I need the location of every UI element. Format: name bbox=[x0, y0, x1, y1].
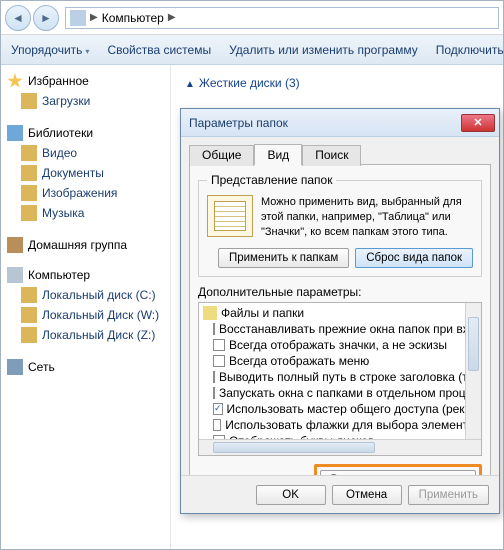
sidebar-libraries[interactable]: Библиотеки bbox=[7, 125, 164, 141]
toolbar: Упорядочить Свойства системы Удалить или… bbox=[1, 35, 503, 65]
sidebar-item-music[interactable]: Музыка bbox=[7, 203, 164, 223]
apply-to-folders-button[interactable]: Применить к папкам bbox=[218, 248, 349, 268]
checkbox[interactable] bbox=[213, 387, 215, 399]
sidebar-item-drive-c[interactable]: Локальный диск (C:) bbox=[7, 285, 164, 305]
chevron-right-icon: ▶ bbox=[168, 12, 176, 23]
sidebar: Избранное Загрузки Библиотеки Видео Доку… bbox=[1, 65, 171, 549]
hdd-icon bbox=[21, 307, 37, 323]
cancel-button[interactable]: Отмена bbox=[332, 485, 402, 505]
nav-buttons: ◄ ► bbox=[5, 5, 59, 31]
computer-icon bbox=[70, 10, 86, 26]
tree-item[interactable]: Всегда отображать меню bbox=[203, 353, 481, 369]
tab-view[interactable]: Вид bbox=[254, 144, 302, 165]
scrollbar-vertical[interactable] bbox=[465, 303, 481, 439]
tree-item[interactable]: ✓ Использовать мастер общего доступа (рек… bbox=[203, 401, 481, 417]
libraries-icon bbox=[7, 125, 23, 141]
sidebar-item-video[interactable]: Видео bbox=[7, 143, 164, 163]
sidebar-item-documents[interactable]: Документы bbox=[7, 163, 164, 183]
computer-icon bbox=[7, 267, 23, 283]
sidebar-homegroup[interactable]: Домашняя группа bbox=[7, 237, 164, 253]
toolbar-organize[interactable]: Упорядочить bbox=[11, 43, 89, 57]
sidebar-network[interactable]: Сеть bbox=[7, 359, 164, 375]
images-icon bbox=[21, 185, 37, 201]
ok-button[interactable]: OK bbox=[256, 485, 326, 505]
chevron-right-icon: ▶ bbox=[90, 12, 98, 23]
tree-item[interactable]: Восстанавливать прежние окна папок при в… bbox=[203, 321, 481, 337]
presentation-legend: Представление папок bbox=[207, 173, 336, 187]
tabs: Общие Вид Поиск bbox=[181, 137, 499, 164]
folder-options-dialog: Параметры папок ✕ Общие Вид Поиск Предст… bbox=[180, 108, 500, 514]
dialog-title: Параметры папок bbox=[189, 116, 461, 130]
tree-item-label: Восстанавливать прежние окна папок при в… bbox=[219, 322, 482, 336]
folder-view-icon bbox=[207, 195, 253, 237]
forward-button[interactable]: ► bbox=[33, 5, 59, 31]
toolbar-uninstall[interactable]: Удалить или изменить программу bbox=[229, 43, 418, 57]
checkbox[interactable] bbox=[213, 323, 215, 335]
close-button[interactable]: ✕ bbox=[461, 114, 495, 132]
tree-root[interactable]: Файлы и папки bbox=[203, 305, 481, 321]
sidebar-item-images[interactable]: Изображения bbox=[7, 183, 164, 203]
presentation-text: Можно применить вид, выбранный для этой … bbox=[261, 195, 473, 240]
advanced-label: Дополнительные параметры: bbox=[198, 285, 482, 299]
network-icon bbox=[7, 359, 23, 375]
checkbox[interactable] bbox=[213, 371, 215, 383]
tree-item-label: Использовать мастер общего доступа (реко… bbox=[227, 402, 482, 416]
tree-item[interactable]: Использовать флажки для выбора элементов bbox=[203, 417, 481, 433]
tab-panel: Представление папок Можно применить вид,… bbox=[189, 164, 491, 505]
presentation-group: Представление папок Можно применить вид,… bbox=[198, 173, 482, 277]
scrollbar-horizontal[interactable] bbox=[199, 439, 481, 455]
section-heading[interactable]: ▲Жесткие диски (3) bbox=[171, 65, 314, 100]
sidebar-favorites[interactable]: Избранное bbox=[7, 73, 164, 89]
tree-item[interactable]: Всегда отображать значки, а не эскизы bbox=[203, 337, 481, 353]
chevron-down-icon: ▲ bbox=[185, 79, 195, 90]
tree-item-label: Выводить полный путь в строке заголовка … bbox=[219, 370, 482, 384]
toolbar-map-drive[interactable]: Подключить сетевой bbox=[436, 43, 504, 57]
documents-icon bbox=[21, 165, 37, 181]
tree-item-label: Запускать окна с папками в отдельном про… bbox=[219, 386, 482, 400]
hdd-icon bbox=[21, 327, 37, 343]
checkbox[interactable] bbox=[213, 355, 225, 367]
tab-general[interactable]: Общие bbox=[189, 145, 254, 166]
tree-item-label: Использовать флажки для выбора элементов bbox=[225, 418, 481, 432]
checkbox[interactable] bbox=[213, 419, 221, 431]
tree-item[interactable]: Запускать окна с папками в отдельном про… bbox=[203, 385, 481, 401]
star-icon bbox=[7, 73, 23, 89]
music-icon bbox=[21, 205, 37, 221]
reset-folders-button[interactable]: Сброс вида папок bbox=[355, 248, 473, 268]
sidebar-item-downloads[interactable]: Загрузки bbox=[7, 91, 164, 111]
back-button[interactable]: ◄ bbox=[5, 5, 31, 31]
advanced-list[interactable]: Файлы и папкиВосстанавливать прежние окн… bbox=[198, 302, 482, 456]
tree-item-label: Всегда отображать меню bbox=[229, 354, 369, 368]
tab-search[interactable]: Поиск bbox=[302, 145, 361, 166]
video-icon bbox=[21, 145, 37, 161]
dialog-footer: OK Отмена Применить bbox=[181, 475, 499, 513]
checkbox[interactable] bbox=[213, 339, 225, 351]
sidebar-item-drive-z[interactable]: Локальный Диск (Z:) bbox=[7, 325, 164, 345]
downloads-icon bbox=[21, 93, 37, 109]
address-bar-row: ◄ ► ▶ Компьютер ▶ bbox=[1, 1, 503, 35]
breadcrumb-item[interactable]: Компьютер bbox=[102, 11, 164, 25]
hdd-icon bbox=[21, 287, 37, 303]
tree-item[interactable]: Выводить полный путь в строке заголовка … bbox=[203, 369, 481, 385]
address-bar[interactable]: ▶ Компьютер ▶ bbox=[65, 7, 499, 29]
dialog-titlebar[interactable]: Параметры папок ✕ bbox=[181, 109, 499, 137]
folder-icon bbox=[203, 306, 217, 320]
homegroup-icon bbox=[7, 237, 23, 253]
tree-item-label: Всегда отображать значки, а не эскизы bbox=[229, 338, 447, 352]
toolbar-system-props[interactable]: Свойства системы bbox=[107, 43, 211, 57]
apply-button[interactable]: Применить bbox=[408, 485, 489, 505]
sidebar-item-drive-w[interactable]: Локальный Диск (W:) bbox=[7, 305, 164, 325]
checkbox[interactable]: ✓ bbox=[213, 403, 223, 415]
sidebar-computer[interactable]: Компьютер bbox=[7, 267, 164, 283]
